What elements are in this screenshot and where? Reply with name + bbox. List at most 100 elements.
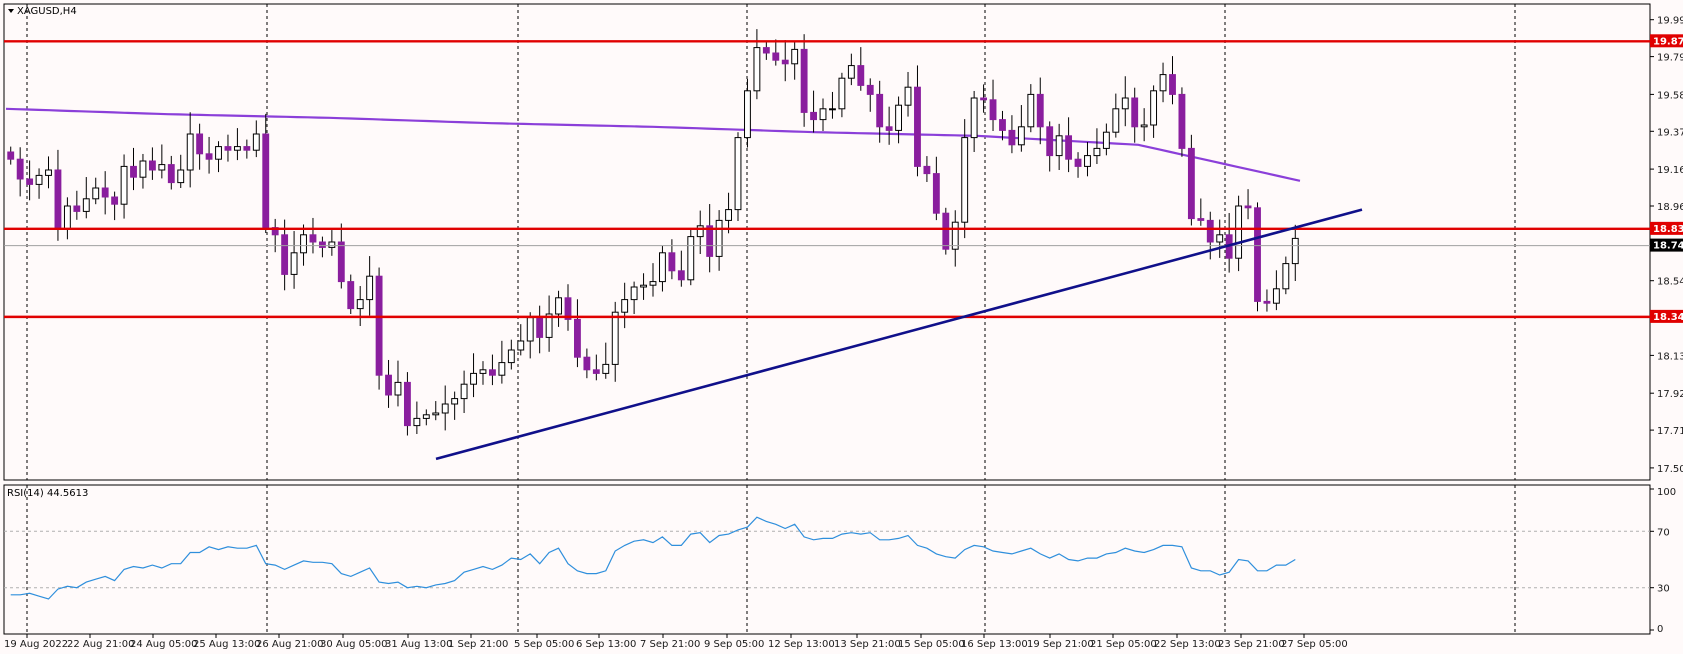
bear-candle (375, 275, 383, 376)
bull-candle (1017, 126, 1025, 146)
bear-candle (1254, 207, 1261, 302)
rsi-axis: 100 70 30 0 (1650, 487, 1676, 635)
bull-candle (687, 236, 695, 281)
bull-candle (35, 174, 43, 185)
bear-candle (224, 146, 232, 151)
bull-candle (1140, 124, 1148, 128)
bull-candle (734, 137, 742, 211)
bull-candle (1084, 155, 1091, 167)
time-tick-label: 27 Sep 05:00 (1281, 639, 1348, 650)
bear-candle (7, 151, 15, 160)
price-tick-label: 17.505 (1657, 464, 1683, 475)
bear-candle (148, 160, 156, 171)
rsi-pane[interactable] (3, 484, 1651, 635)
bull-candle (120, 165, 128, 205)
bear-candle (999, 119, 1006, 131)
bull-candle (186, 133, 194, 171)
bull-candle (526, 317, 534, 342)
bear-candle (923, 165, 931, 175)
bull-candle (715, 219, 723, 257)
price-tick-label: 19.995 (1657, 16, 1683, 27)
bull-candle (621, 299, 629, 313)
bull-candle (696, 225, 704, 238)
bull-candle (1121, 97, 1129, 110)
level-price-label: 18.833 (1653, 224, 1683, 235)
bear-candle (989, 99, 997, 121)
time-tick-label: 25 Aug 13:00 (193, 639, 260, 650)
bear-candle (1263, 300, 1271, 304)
time-tick-label: 12 Sep 13:00 (768, 639, 835, 650)
bull-candle (460, 383, 468, 400)
time-tick-label: 22 Sep 13:00 (1154, 639, 1221, 650)
current-price-label: 18.740 (1653, 241, 1683, 252)
bear-candle (942, 212, 950, 250)
bear-candle (309, 234, 317, 243)
bear-candle (73, 205, 81, 212)
bear-candle (536, 317, 544, 338)
price-tick-label: 19.165 (1657, 165, 1683, 176)
time-tick-label: 6 Sep 13:00 (576, 639, 636, 650)
bear-candle (54, 169, 62, 230)
price-tick-label: 18.545 (1657, 277, 1683, 288)
time-tick-label: 16 Sep 13:00 (961, 639, 1028, 650)
bear-candle (130, 165, 137, 178)
bull-candle (725, 209, 732, 221)
bull-candle (432, 412, 440, 416)
bear-candle (403, 381, 411, 427)
rsi-tick-label: 100 (1657, 487, 1676, 498)
bull-candle (640, 284, 647, 288)
bull-candle (649, 281, 657, 286)
bear-candle (1178, 93, 1186, 149)
bull-candle (961, 137, 969, 223)
bull-candle (1102, 131, 1110, 149)
bull-candle (479, 369, 487, 374)
bull-candle (158, 164, 166, 171)
bear-candle (583, 356, 591, 371)
bear-candle (281, 234, 289, 275)
time-tick-label: 23 Sep 21:00 (1218, 639, 1285, 650)
time-tick-label: 26 Aug 21:00 (256, 639, 323, 650)
bull-candle (45, 169, 52, 176)
price-chart: 19.875 18.833 18.344 18.740 19.995 19.790 19.… (0, 0, 1683, 654)
bull-candle (1216, 234, 1224, 243)
bull-candle (233, 146, 241, 151)
price-tick-label: 19.790 (1657, 53, 1683, 64)
bull-candle (611, 311, 619, 365)
bull-candle (1150, 90, 1158, 126)
price-tick-label: 17.920 (1657, 389, 1683, 400)
bull-candle (356, 299, 364, 310)
bull-candle (177, 169, 185, 184)
bull-candle (970, 97, 978, 139)
bear-candle (857, 65, 865, 86)
time-tick-label: 19 Aug 2022 (4, 639, 68, 650)
bull-candle (659, 252, 666, 283)
price-tick-label: 19.375 (1657, 127, 1683, 138)
bull-candle (1027, 93, 1035, 128)
bull-candle (470, 372, 477, 385)
bear-candle (592, 369, 600, 374)
time-axis: 19 Aug 202222 Aug 21:0024 Aug 05:0025 Au… (4, 634, 1348, 650)
main-pane[interactable] (3, 3, 1651, 481)
bull-candle (1055, 135, 1063, 157)
bull-candle (1159, 74, 1167, 92)
bull-candle (630, 286, 638, 301)
bull-candle (1093, 147, 1101, 157)
bull-candle (1282, 263, 1290, 290)
bull-candle (63, 205, 71, 230)
time-tick-label: 24 Aug 05:00 (130, 639, 197, 650)
time-tick-label: 19 Sep 21:00 (1027, 639, 1094, 650)
bull-candle (602, 363, 610, 374)
bear-candle (677, 270, 685, 281)
bull-candle (498, 362, 506, 376)
bear-candle (16, 158, 24, 180)
bear-candle (668, 252, 676, 272)
bull-candle (904, 86, 912, 106)
time-tick-label: 21 Sep 05:00 (1090, 639, 1157, 650)
bear-candle (205, 153, 213, 160)
bear-candle (1065, 135, 1073, 160)
time-tick-label: 9 Sep 05:00 (704, 639, 764, 650)
bear-candle (866, 84, 874, 95)
bull-candle (829, 108, 836, 111)
time-tick-label: 22 Aug 21:00 (67, 639, 134, 650)
bull-candle (791, 48, 799, 65)
